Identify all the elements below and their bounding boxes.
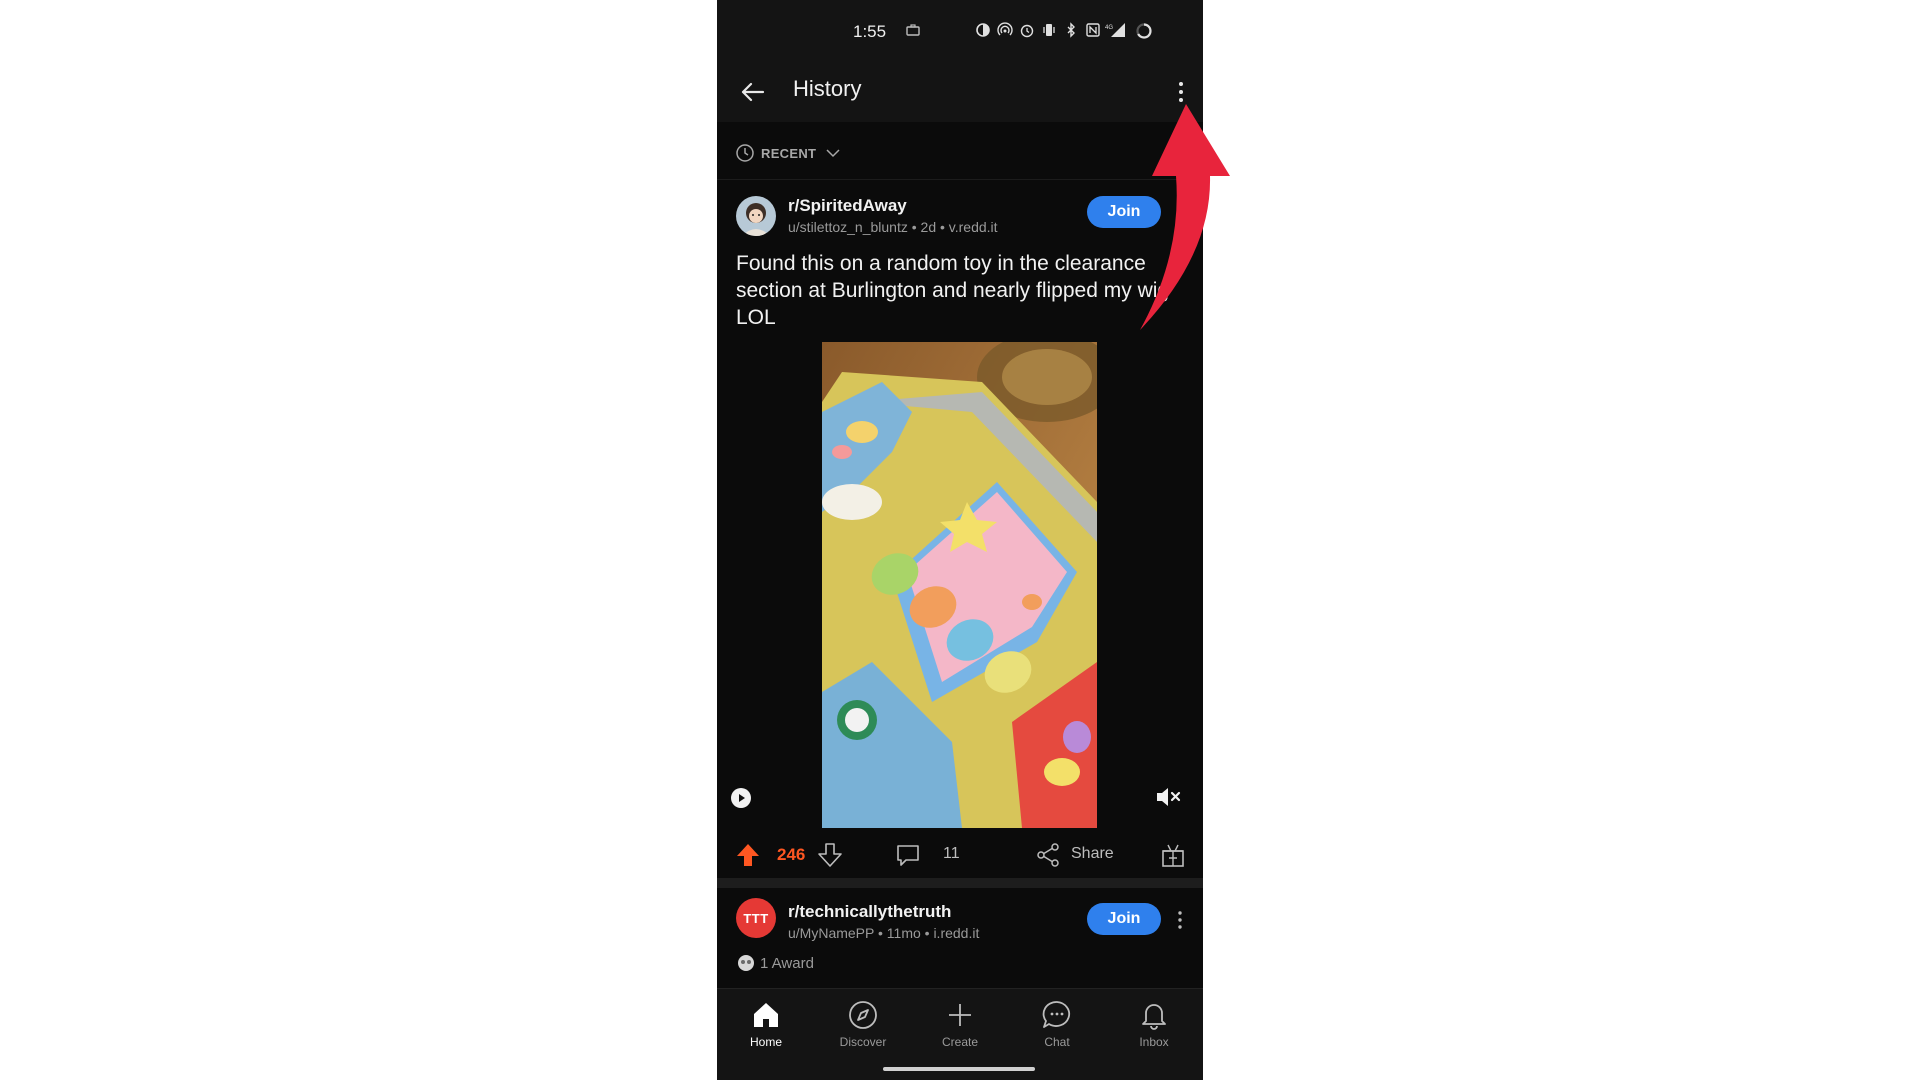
share-button[interactable]: Share <box>1071 845 1114 863</box>
hotspot-icon <box>997 22 1013 36</box>
mute-icon[interactable] <box>1153 782 1183 812</box>
join-button[interactable]: Join <box>1087 903 1161 935</box>
gif-indicator-icon <box>731 788 751 808</box>
nav-create[interactable]: Create <box>920 999 1000 1059</box>
post-card[interactable]: TTT r/technicallythetruth u/MyNamePP • 1… <box>717 888 1203 988</box>
post-title[interactable]: Found this on a random toy in the cleara… <box>736 250 1186 331</box>
sort-dropdown[interactable]: RECENT <box>735 142 844 164</box>
nav-chat[interactable]: Chat <box>1017 999 1097 1059</box>
vibrate-icon <box>1043 24 1055 36</box>
post-meta: u/MyNamePP • 11mo • i.redd.it <box>788 925 980 941</box>
back-arrow-icon[interactable] <box>735 74 771 110</box>
bottom-navigation: Home Discover Create Chat Inbox <box>717 988 1203 1080</box>
nav-label: Create <box>941 1035 979 1049</box>
post-meta: u/stilettoz_n_bluntz • 2d • v.redd.it <box>788 219 998 235</box>
alarm-icon <box>1020 24 1034 38</box>
share-icon[interactable] <box>1035 842 1061 868</box>
nav-label: Inbox <box>1139 1035 1169 1049</box>
post-action-bar: 246 11 Share <box>717 832 1203 878</box>
subreddit-name[interactable]: r/technicallythetruth <box>788 902 951 922</box>
top-app-bar: History <box>717 64 1203 122</box>
svg-text:4G: 4G <box>1105 25 1113 31</box>
join-button[interactable]: Join <box>1087 196 1161 228</box>
upvote-icon[interactable] <box>735 842 761 868</box>
bluetooth-icon <box>1067 22 1075 38</box>
nav-label: Chat <box>1044 1035 1070 1049</box>
subreddit-avatar[interactable] <box>736 196 776 236</box>
award-gift-icon[interactable] <box>1159 841 1187 869</box>
chat-bubble-icon <box>1042 1001 1070 1028</box>
bell-icon <box>1142 1004 1166 1030</box>
sort-label: RECENT <box>761 145 817 161</box>
subreddit-avatar[interactable]: TTT <box>736 898 776 938</box>
battery-ring-icon <box>1136 23 1152 39</box>
briefcase-icon <box>906 24 920 36</box>
comment-count: 11 <box>943 845 960 862</box>
video-player[interactable] <box>717 342 1203 830</box>
sort-bar: RECENT <box>717 122 1203 180</box>
more-vertical-icon[interactable] <box>1173 906 1187 934</box>
subreddit-name[interactable]: r/SpiritedAway <box>788 196 907 216</box>
more-vertical-icon[interactable] <box>1169 72 1193 112</box>
nav-inbox[interactable]: Inbox <box>1114 999 1194 1059</box>
chevron-down-icon <box>826 149 840 158</box>
award-count: 1 Award <box>760 954 814 972</box>
clock-icon <box>736 144 754 162</box>
post-divider <box>717 878 1203 888</box>
vote-count: 246 <box>777 845 806 864</box>
compass-icon <box>849 1001 877 1029</box>
video-thumbnail[interactable] <box>822 342 1097 828</box>
home-indicator-bar[interactable] <box>883 1067 1035 1071</box>
award-line: 1 Award <box>736 954 814 972</box>
nav-home[interactable]: Home <box>726 999 806 1059</box>
nav-discover[interactable]: Discover <box>823 999 903 1059</box>
comment-icon[interactable] <box>895 842 921 868</box>
data-saver-icon <box>976 23 990 37</box>
nav-label: Home <box>749 1035 782 1049</box>
post-card[interactable]: r/SpiritedAway u/stilettoz_n_bluntz • 2d… <box>717 180 1203 878</box>
downvote-icon[interactable] <box>817 842 843 868</box>
page-title: History <box>793 76 862 101</box>
status-time: 1:55 <box>853 22 887 41</box>
signal-4g-icon: 4G <box>1105 23 1125 37</box>
phone-screen: 1:55 4G History RECENT r/SpiritedAway u/… <box>717 0 1203 1080</box>
home-icon <box>754 1003 778 1027</box>
nfc-icon <box>1086 23 1100 37</box>
award-icon <box>738 955 754 971</box>
plus-icon <box>949 1004 971 1026</box>
nav-label: Discover <box>839 1035 887 1049</box>
status-bar: 1:55 4G <box>717 0 1203 64</box>
